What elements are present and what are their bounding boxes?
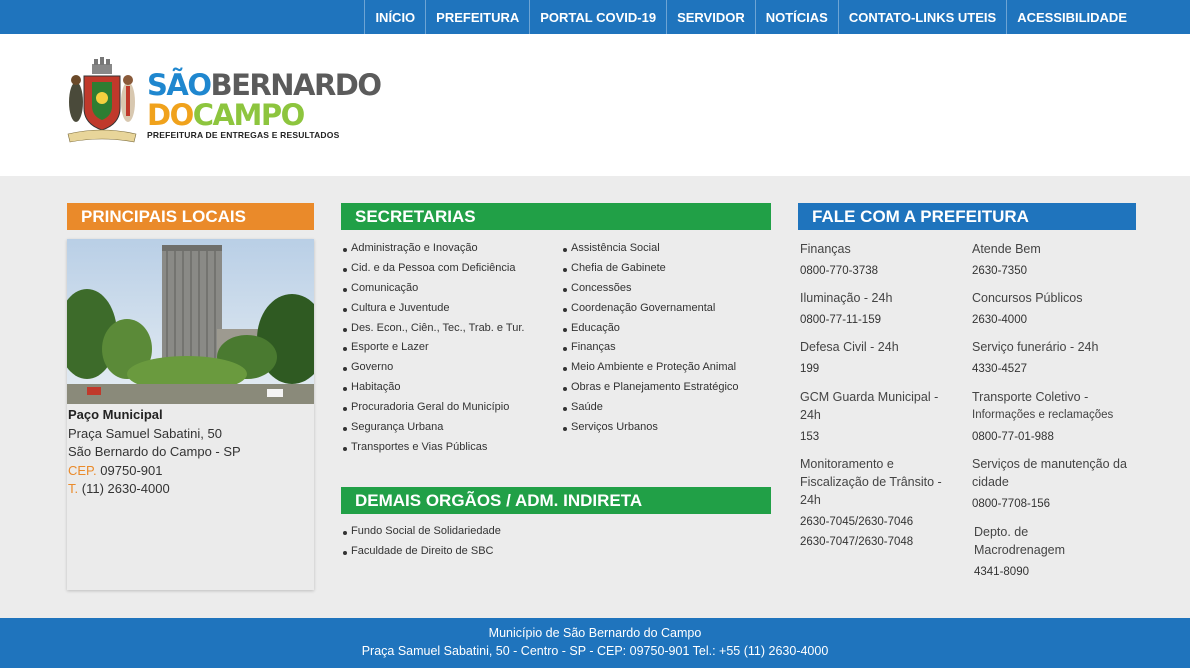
orgao-link[interactable]: Fundo Social de Solidariedade — [341, 522, 501, 542]
contact-transporte: Transporte Coletivo - Informações e recl… — [972, 388, 1142, 445]
contact-defesa-civil: Defesa Civil - 24h 199 — [800, 338, 960, 377]
contact-gcm: GCM Guarda Municipal - 24h 153 — [800, 388, 950, 445]
contact-funerario: Serviço funerário - 24h 4330-4527 — [972, 338, 1137, 377]
contact-name: Finanças — [800, 242, 851, 256]
demais-heading: DEMAIS ORGÃOS / ADM. INDIRETA — [341, 487, 771, 514]
secretaria-link[interactable]: Obras e Planejamento Estratégico — [561, 378, 739, 398]
contact-phone[interactable]: 2630-7350 — [972, 263, 1137, 279]
logo-sao: SÃO — [147, 68, 212, 102]
contact-phone[interactable]: 0800-7708-156 — [972, 496, 1132, 512]
logo-line-1: SÃOBERNARDO — [147, 68, 382, 102]
contact-name: Monitoramento e Fiscalização de Trânsito… — [800, 457, 942, 507]
contact-name: Defesa Civil - 24h — [800, 340, 899, 354]
secretaria-link[interactable]: Coordenação Governamental — [561, 299, 739, 319]
footer-address: Praça Samuel Sabatini, 50 - Centro - SP … — [361, 644, 829, 658]
locais-city: São Bernardo do Campo - SP — [68, 444, 241, 459]
nav-item-contato[interactable]: CONTATO-LINKS UTEIS — [837, 0, 1006, 34]
tel-label: T. — [68, 481, 79, 496]
contact-name: GCM Guarda Municipal - 24h — [800, 390, 939, 422]
contact-phone[interactable]: 199 — [800, 361, 960, 377]
logo-bernardo: BERNARDO — [210, 68, 382, 102]
locais-address: Praça Samuel Sabatini, 50 — [68, 425, 222, 441]
contact-phone[interactable]: 0800-770-3738 — [800, 263, 960, 279]
secretaria-link[interactable]: Cultura e Juventude — [341, 299, 524, 319]
secretaria-link[interactable]: Comunicação — [341, 279, 524, 299]
contact-name-2: Informações e reclamações — [972, 409, 1114, 421]
city-logo-text[interactable]: SÃOBERNARDO DOCAMPO PREFEITURA DE ENTREG… — [147, 68, 382, 140]
secretaria-link[interactable]: Meio Ambiente e Proteção Animal — [561, 358, 739, 378]
secretaria-link[interactable]: Chefia de Gabinete — [561, 259, 739, 279]
nav-item-portal-covid[interactable]: PORTAL COVID-19 — [529, 0, 666, 34]
secretaria-link[interactable]: Governo — [341, 358, 524, 378]
contact-phone[interactable]: 153 — [800, 429, 950, 445]
logo-campo: CAMPO — [192, 98, 306, 132]
logo-line-2: DOCAMPO — [147, 100, 381, 130]
contact-phone[interactable]: 0800-77-01-988 — [972, 429, 1142, 445]
secretaria-link[interactable]: Des. Econ., Ciên., Tec., Trab. e Tur. — [341, 319, 524, 339]
site-footer: Município de São Bernardo do Campo Praça… — [0, 618, 1190, 668]
locais-cep-row: CEP. 09750-901 — [68, 462, 314, 481]
secretarias-list-col1: Administração e Inovação Cid. e da Pesso… — [341, 239, 524, 458]
locais-tel-row: T. (11) 2630-4000 — [68, 480, 314, 499]
nav-item-noticias[interactable]: NOTÍCIAS — [754, 0, 838, 34]
contact-name: Atende Bem — [972, 242, 1041, 256]
contact-name: Serviços de manutenção da cidade — [972, 457, 1127, 489]
footer-municipio: Município de São Bernardo do Campo — [488, 626, 702, 640]
top-nav: INÍCIO PREFEITURA PORTAL COVID-19 SERVID… — [0, 0, 1190, 34]
locais-heading: PRINCIPAIS LOCAIS — [67, 203, 314, 230]
locais-info: Paço Municipal Praça Samuel Sabatini, 50… — [67, 404, 314, 499]
secretaria-link[interactable]: Educação — [561, 319, 739, 339]
contact-name: Serviço funerário - 24h — [972, 340, 1099, 354]
contact-name: Transporte Coletivo - — [972, 390, 1089, 404]
contact-name: Depto. de Macrodrenagem — [974, 525, 1066, 557]
nav-item-inicio[interactable]: INÍCIO — [364, 0, 425, 34]
secretaria-link[interactable]: Concessões — [561, 279, 739, 299]
secretaria-link[interactable]: Administração e Inovação — [341, 239, 524, 259]
cep-value: 09750-901 — [100, 462, 163, 478]
city-crest-logo[interactable] — [66, 56, 138, 146]
contact-concursos: Concursos Públicos 2630-4000 — [972, 289, 1137, 328]
secretaria-link[interactable]: Serviços Urbanos — [561, 418, 739, 438]
contact-monitoramento: Monitoramento e Fiscalização de Trânsito… — [800, 455, 955, 550]
nav-item-prefeitura[interactable]: PREFEITURA — [425, 0, 529, 34]
secretaria-link[interactable]: Procuradoria Geral do Município — [341, 398, 524, 418]
contact-iluminacao: Iluminação - 24h 0800-77-11-159 — [800, 289, 960, 328]
demais-list: Fundo Social de Solidariedade Faculdade … — [341, 522, 501, 562]
secretaria-link[interactable]: Cid. e da Pessoa com Deficiência — [341, 259, 524, 279]
nav-item-acessibilidade[interactable]: ACESSIBILIDADE — [1006, 0, 1137, 34]
contact-phone[interactable]: 4330-4527 — [972, 361, 1137, 377]
contact-manutencao: Serviços de manutenção da cidade 0800-77… — [972, 455, 1132, 512]
locais-card: Paço Municipal Praça Samuel Sabatini, 50… — [67, 239, 314, 590]
secretaria-link[interactable]: Saúde — [561, 398, 739, 418]
secretaria-link[interactable]: Transportes e Vias Públicas — [341, 438, 524, 458]
contact-phone[interactable]: 2630-4000 — [972, 312, 1137, 328]
paco-municipal-photo[interactable] — [67, 239, 314, 404]
logo-tagline: PREFEITURA DE ENTREGAS E RESULTADOS — [147, 130, 340, 140]
tel-value: (11) 2630-4000 — [81, 481, 170, 496]
contact-phone[interactable]: 2630-7045/2630-7046 — [800, 514, 955, 530]
contact-financas: Finanças 0800-770-3738 — [800, 240, 960, 279]
contact-atende-bem: Atende Bem 2630-7350 — [972, 240, 1137, 279]
secretarias-list-col2: Assistência Social Chefia de Gabinete Co… — [561, 239, 739, 438]
site-header: SÃOBERNARDO DOCAMPO PREFEITURA DE ENTREG… — [0, 34, 1190, 176]
secretaria-link[interactable]: Habitação — [341, 378, 524, 398]
nav-item-servidor[interactable]: SERVIDOR — [666, 0, 755, 34]
secretaria-link[interactable]: Segurança Urbana — [341, 418, 524, 438]
contact-name: Iluminação - 24h — [800, 291, 893, 305]
secretaria-link[interactable]: Finanças — [561, 338, 739, 358]
secretaria-link[interactable]: Assistência Social — [561, 239, 739, 259]
contact-phone[interactable]: 0800-77-11-159 — [800, 312, 960, 328]
fale-heading: FALE COM A PREFEITURA — [798, 203, 1136, 230]
nav-menu: INÍCIO PREFEITURA PORTAL COVID-19 SERVID… — [364, 0, 1137, 34]
cep-label: CEP. — [68, 462, 97, 478]
logo-do: DO — [147, 98, 194, 132]
contact-macrodrenagem: Depto. de Macrodrenagem 4341-8090 — [974, 523, 1084, 580]
orgao-link[interactable]: Faculdade de Direito de SBC — [341, 542, 501, 562]
contact-phone[interactable]: 4341-8090 — [974, 564, 1084, 580]
secretarias-heading: SECRETARIAS — [341, 203, 771, 230]
contact-phone-2[interactable]: 2630-7047/2630-7048 — [800, 534, 955, 550]
contact-name: Concursos Públicos — [972, 291, 1083, 305]
secretaria-link[interactable]: Esporte e Lazer — [341, 338, 524, 358]
locais-name: Paço Municipal — [68, 407, 163, 422]
